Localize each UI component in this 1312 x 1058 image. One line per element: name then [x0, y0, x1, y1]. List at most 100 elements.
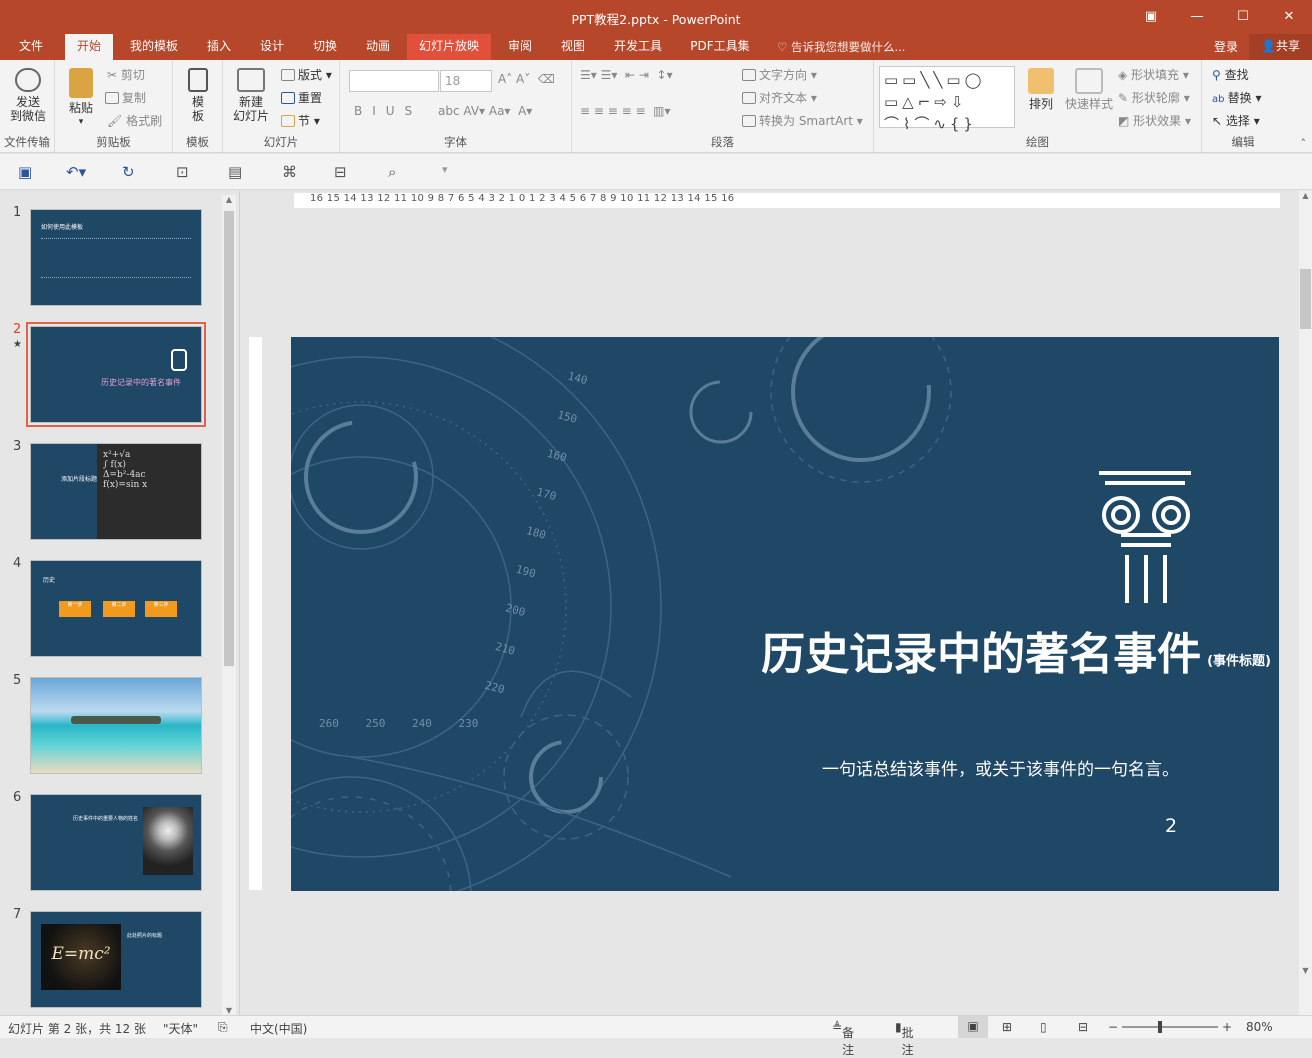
- slide-thumbnail-6[interactable]: 历史事件中的重要人物的姓名: [30, 794, 202, 891]
- tab-design[interactable]: 设计: [250, 34, 294, 60]
- save-icon[interactable]: ▣: [18, 163, 32, 181]
- align-buttons[interactable]: ≡ ≡ ≡ ≡ ≡ ▥▾: [580, 104, 671, 118]
- minimize-button[interactable]: —: [1174, 0, 1220, 32]
- slide-from-start-icon[interactable]: ⊡: [176, 163, 189, 181]
- send-to-wechat-button[interactable]: 发送 到微信: [6, 68, 50, 123]
- ribbon-display-icon[interactable]: ▣: [1128, 0, 1174, 32]
- redo-icon[interactable]: ↻: [122, 163, 135, 181]
- login-link[interactable]: 登录: [1214, 38, 1238, 55]
- tab-developer[interactable]: 开发工具: [605, 34, 671, 60]
- font-extra-buttons[interactable]: abc AV▾ Aa▾ A▾: [438, 104, 532, 118]
- tab-review[interactable]: 审阅: [498, 34, 542, 60]
- thumb-number: 6: [13, 790, 22, 805]
- language-status[interactable]: 中文(中国): [250, 1020, 307, 1037]
- print-preview-icon[interactable]: ⌕: [388, 163, 396, 181]
- font-size-input[interactable]: 18: [440, 70, 492, 92]
- tab-insert[interactable]: 插入: [197, 34, 241, 60]
- thumb-text-lines: [41, 238, 191, 278]
- text-box-icon[interactable]: ▤: [228, 163, 242, 181]
- slide-sorter-icon[interactable]: ⊞: [1002, 1020, 1012, 1034]
- tab-animations[interactable]: 动画: [356, 34, 400, 60]
- spellcheck-icon[interactable]: ⎘: [218, 1020, 228, 1035]
- share-button[interactable]: 👤共享: [1249, 34, 1312, 60]
- slideshow-view-icon[interactable]: ⊟: [1078, 1020, 1088, 1034]
- zoom-slider-thumb[interactable]: [1158, 1021, 1162, 1033]
- shapes-gallery[interactable]: ▭▭╲╲▭◯ ▭△⌐⇨⇩ ⌒⌇⌒∿{}: [879, 66, 1015, 133]
- font-name-input[interactable]: [349, 70, 439, 92]
- copy-button[interactable]: 复制: [105, 89, 146, 106]
- reading-view-icon[interactable]: ▯: [1040, 1020, 1047, 1034]
- collapse-ribbon-icon[interactable]: ˄: [1301, 137, 1307, 150]
- zoom-level[interactable]: 80%: [1246, 1020, 1273, 1034]
- zoom-out-icon[interactable]: −: [1108, 1020, 1118, 1034]
- tab-pdf-tools[interactable]: PDF工具集: [681, 34, 759, 60]
- slide-thumbnail-1[interactable]: 如何使用此模板: [30, 209, 202, 306]
- present-icon[interactable]: ⊟: [334, 163, 347, 181]
- slide-title[interactable]: 历史记录中的著名事件 (事件标题): [691, 627, 1271, 690]
- tab-slideshow[interactable]: 幻灯片放映: [407, 34, 491, 60]
- font-style-buttons[interactable]: BIUS: [354, 104, 422, 118]
- tab-home[interactable]: 开始: [65, 34, 113, 60]
- arrange-button[interactable]: 排列: [1024, 68, 1058, 111]
- theme-name-status: "天体": [163, 1022, 199, 1036]
- layout-button[interactable]: 版式 ▾: [281, 66, 332, 83]
- list-buttons[interactable]: ☰▾ ☰▾ ⇤ ⇥ ↕▾: [580, 68, 673, 82]
- cut-button[interactable]: ✂ 剪切: [107, 66, 145, 83]
- group-font: 18 A˄ A˅ ⌫ BIUS abc AV▾ Aa▾ A▾ 字体: [340, 60, 572, 153]
- comments-button[interactable]: ▮ 批注: [895, 1020, 914, 1057]
- font-size-buttons[interactable]: A˄ A˅ ⌫: [498, 72, 555, 86]
- align-text-button[interactable]: 对齐文本 ▾: [742, 89, 817, 106]
- smartart-button[interactable]: 转换为 SmartArt ▾: [742, 112, 863, 129]
- slide-thumbnail-4[interactable]: 历史 第一步 第二步 第三步: [30, 560, 202, 657]
- group-label: 绘图: [1026, 135, 1049, 149]
- slide-thumbnail-3[interactable]: 添加片段标题 x²+√a ∫ f(x) Δ=b²-4ac f(x)=sin x: [30, 443, 202, 540]
- tab-file[interactable]: 文件: [8, 34, 54, 60]
- shape-fill-button[interactable]: ◈ 形状填充 ▾: [1118, 66, 1189, 83]
- undo-icon[interactable]: ↶▾: [66, 163, 86, 181]
- format-painter-button[interactable]: 🖌 格式刷: [107, 112, 162, 129]
- slide-subtitle[interactable]: 一句话总结该事件，或关于该事件的一句名言。: [691, 755, 1179, 780]
- close-button[interactable]: ✕: [1266, 0, 1312, 32]
- tell-me-search[interactable]: ♡ 告诉我您想要做什么...: [777, 39, 905, 55]
- zoom-slider[interactable]: [1122, 1026, 1218, 1028]
- reset-icon: [281, 92, 295, 104]
- text-direction-button[interactable]: 文字方向 ▾: [742, 66, 817, 83]
- presenter-icon[interactable]: ⌘: [282, 163, 297, 181]
- paste-button[interactable]: 粘贴 ▾: [63, 68, 99, 129]
- find-button[interactable]: ⚲ 查找: [1212, 66, 1249, 83]
- group-clipboard: 粘贴 ▾ ✂ 剪切 复制 🖌 格式刷 剪贴板: [55, 60, 173, 153]
- notes-button[interactable]: ≜ 备注: [832, 1020, 854, 1057]
- replace-button[interactable]: ab 替换 ▾: [1212, 89, 1262, 106]
- editor-scrollbar[interactable]: ▲ ▼: [1299, 191, 1312, 1015]
- scrollbar-thumb[interactable]: [224, 211, 234, 666]
- thumbnails-scrollbar[interactable]: ▲ ▼: [222, 195, 236, 1015]
- normal-view-icon[interactable]: ▣: [958, 1016, 988, 1038]
- shape-effects-button[interactable]: ◩ 形状效果 ▾: [1118, 112, 1191, 129]
- tab-view[interactable]: 视图: [551, 34, 595, 60]
- section-button[interactable]: 节 ▾: [281, 112, 320, 129]
- quick-styles-button[interactable]: 快速样式: [1062, 68, 1116, 111]
- thumb-chalkboard-image: x²+√a ∫ f(x) Δ=b²-4ac f(x)=sin x: [97, 444, 201, 539]
- slide-thumbnail-7[interactable]: E=mc² 此处照片的标题: [30, 911, 202, 1008]
- zoom-in-icon[interactable]: +: [1222, 1020, 1232, 1034]
- slide-title-note: (事件标题): [1207, 654, 1271, 669]
- ribbon-tabs: 文件 开始 我的模板 插入 设计 切换 动画 幻灯片放映 审阅 视图 开发工具 …: [0, 34, 1312, 60]
- scrollbar-thumb[interactable]: [1300, 269, 1311, 329]
- slide-thumbnail-5[interactable]: [30, 677, 202, 774]
- tab-my-templates[interactable]: 我的模板: [122, 34, 186, 60]
- new-slide-button[interactable]: 新建 幻灯片: [227, 68, 275, 123]
- slide-thumbnail-2[interactable]: 历史记录中的著名事件: [26, 322, 206, 427]
- template-button[interactable]: 模 板: [185, 68, 211, 123]
- shape-outline-button[interactable]: ✎ 形状轮廓 ▾: [1118, 89, 1190, 106]
- template-icon: [188, 68, 208, 92]
- text-direction-icon: [742, 69, 756, 81]
- tab-transitions[interactable]: 切换: [303, 34, 347, 60]
- thumb-number: 2: [13, 322, 22, 337]
- brush-icon: 🖌: [107, 114, 127, 128]
- copy-icon: [105, 92, 119, 104]
- maximize-button[interactable]: ☐: [1220, 0, 1266, 32]
- select-button[interactable]: ↖ 选择 ▾: [1212, 112, 1260, 129]
- reset-button[interactable]: 重置: [281, 89, 322, 106]
- customize-toolbar-icon[interactable]: ▾: [442, 163, 448, 176]
- slide-canvas[interactable]: 140 150 160 170 180 190 200 210 220 260 …: [291, 337, 1279, 891]
